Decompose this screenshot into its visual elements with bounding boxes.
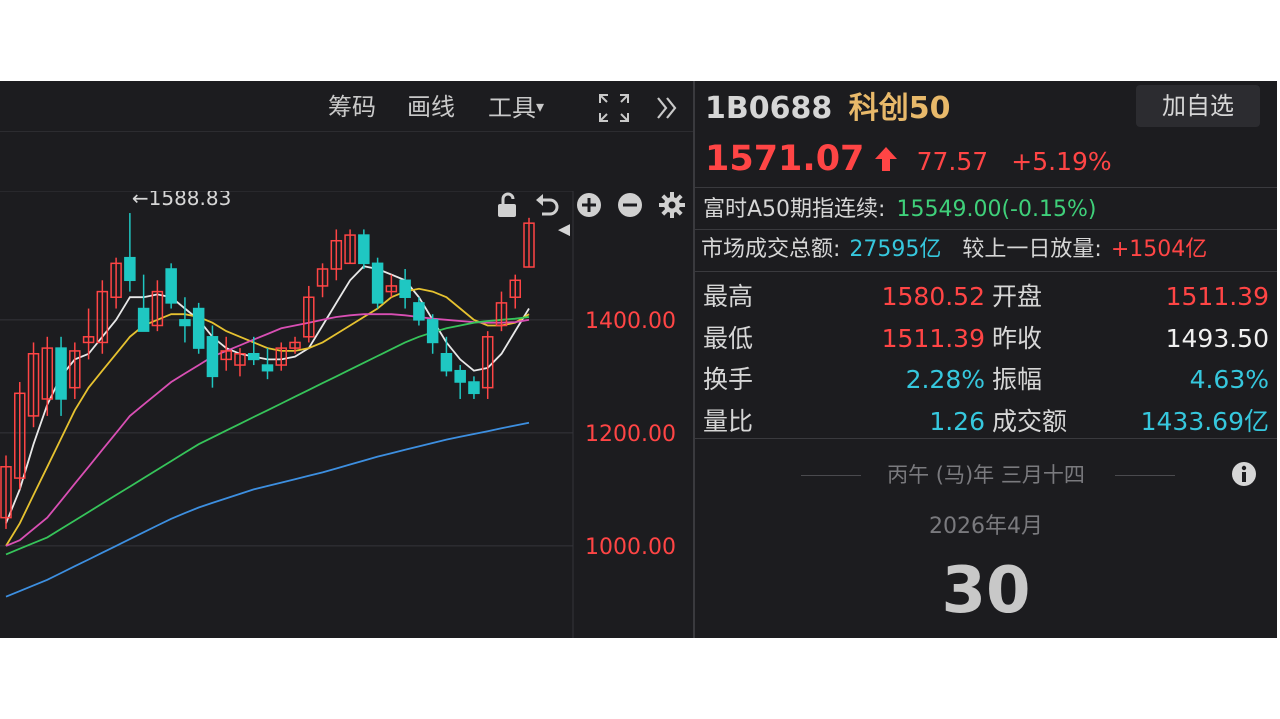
stat-label: 振幅 <box>992 365 1043 394</box>
calendar-day: 30 <box>941 554 1031 628</box>
candle-body-down <box>192 307 205 349</box>
divider <box>695 187 1277 188</box>
y-axis-tick-label: 1200.00 <box>585 422 676 447</box>
stock-name: 科创50 <box>848 91 951 126</box>
stat-value: 2.28% <box>905 365 985 394</box>
price-change: 77.57 <box>916 147 989 176</box>
stat-value: 1.26 <box>929 406 985 436</box>
volume-diff-value: +1504亿 <box>1110 237 1208 262</box>
fullscreen-icon[interactable] <box>598 93 630 123</box>
stat-value: 1493.50 <box>1165 323 1269 353</box>
y-axis-tick-label: 1400.00 <box>585 309 676 334</box>
a50-label: 富时A50期指连续: <box>703 197 886 222</box>
candle-body-down <box>55 347 67 400</box>
candle-body-down <box>440 353 453 372</box>
stat-value: 1511.39 <box>1165 282 1269 311</box>
stat-value: 4.63% <box>1189 365 1269 394</box>
volume-diff-label: 较上一日放量: <box>962 237 1102 262</box>
stat-value: 1511.39 <box>881 323 985 353</box>
candlestick-chart[interactable]: 1400.00 1200.00 1000.00 ←1588.83 <box>0 191 693 638</box>
turnover-value: 27595亿 <box>849 237 942 262</box>
kline-chart-panel: 筹码 画线 工具▾ 1400.00 1200.00 1000.00 ←1588.… <box>0 81 693 638</box>
stock-code: 1B0688 <box>705 91 833 126</box>
price-change-pct: +5.19% <box>1011 147 1112 176</box>
chevron-down-icon: ▾ <box>536 97 545 116</box>
candle-body-down <box>261 364 274 372</box>
candle-body-down <box>426 319 439 344</box>
candle-body-down <box>454 369 466 383</box>
last-price: 1571.07 <box>705 139 865 179</box>
stat-label: 开盘 <box>992 282 1043 311</box>
quote-header: 1B0688 科创50 <box>705 89 950 129</box>
divider <box>695 271 1277 272</box>
draw-line-button[interactable]: 画线 <box>407 91 455 123</box>
stat-label: 成交额 <box>992 406 1068 436</box>
max-price-annotation: ←1588.83 <box>132 191 231 210</box>
market-turnover-row: 市场成交总额: 27595亿 较上一日放量: +1504亿 <box>701 233 1207 267</box>
stat-value: 1433.69亿 <box>1140 406 1269 436</box>
turnover-label: 市场成交总额: <box>701 237 841 262</box>
toolbar-divider <box>0 131 693 132</box>
stat-value: 1580.52 <box>881 282 985 311</box>
chart-toolbar: 筹码 画线 工具▾ <box>0 81 693 133</box>
candle-body-down <box>399 279 411 298</box>
candle-body-down <box>179 319 191 327</box>
candle-body-down <box>137 307 150 332</box>
candle-body-down <box>247 353 260 361</box>
candle-body-down <box>371 262 384 304</box>
tools-menu-label: 工具 <box>488 94 536 122</box>
stat-label: 量比 <box>703 406 754 436</box>
y-axis-tick-label: 1000.00 <box>585 535 676 560</box>
current-price-marker <box>558 224 570 237</box>
info-icon[interactable] <box>1231 461 1257 487</box>
stat-label: 最低 <box>703 323 754 353</box>
divider <box>695 438 1277 439</box>
arrow-up-icon <box>874 147 897 171</box>
candle-body-down <box>165 268 177 304</box>
lunar-date: 丙午 (马)年 三月十四 <box>887 463 1085 487</box>
candle-body-down <box>468 381 480 395</box>
quote-panel: 1B0688 科创50 加自选 1571.07 77.57 +5.19% 富时A… <box>695 81 1277 638</box>
candle-body-down <box>413 302 425 321</box>
calendar-rule-right <box>1115 475 1175 476</box>
double-chevron-right-icon[interactable] <box>655 95 679 121</box>
stat-label: 昨收 <box>992 323 1043 353</box>
quote-app-window: 筹码 画线 工具▾ 1400.00 1200.00 1000.00 ←1588.… <box>0 81 1277 638</box>
candle-body-down <box>358 234 370 265</box>
price-row: 1571.07 77.57 +5.19% <box>705 137 1112 181</box>
candlestick-chart-svg: 1400.00 1200.00 1000.00 ←1588.83 <box>0 191 676 638</box>
stat-label: 换手 <box>703 365 754 394</box>
ma60-line <box>5 421 530 598</box>
tools-menu-button[interactable]: 工具▾ <box>488 91 544 124</box>
calendar-month: 2026年4月 <box>929 514 1043 539</box>
candle-body-down <box>206 336 219 378</box>
a50-value: 15549.00(-0.15%) <box>896 197 1097 222</box>
add-to-watchlist-button[interactable]: 加自选 <box>1136 85 1260 127</box>
stat-label: 最高 <box>703 282 754 311</box>
divider <box>695 229 1277 230</box>
candle-body-down <box>124 256 136 282</box>
chips-button[interactable]: 筹码 <box>328 91 376 123</box>
chart-subtoolbar <box>0 133 693 218</box>
a50-futures-row: 富时A50期指连续: 15549.00(-0.15%) <box>703 193 1096 227</box>
